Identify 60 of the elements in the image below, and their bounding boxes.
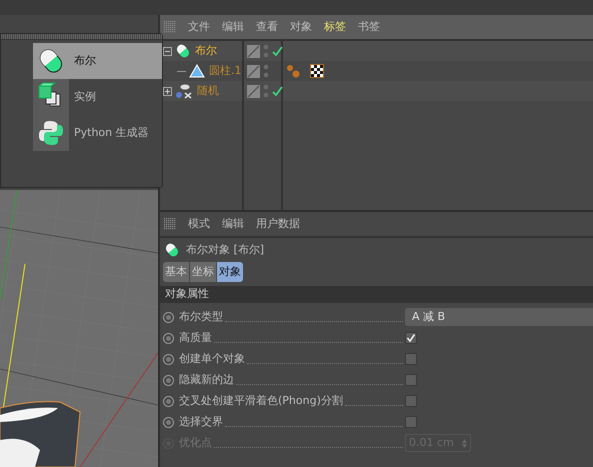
collapse-icon[interactable] [163, 46, 172, 56]
animation-radio[interactable] [163, 332, 174, 344]
visibility-dots-icon[interactable] [263, 44, 269, 58]
checkbox[interactable] [405, 332, 417, 344]
stepper-icon[interactable] [462, 438, 467, 448]
menu-item[interactable]: 标签 [324, 18, 346, 36]
check-icon[interactable] [272, 86, 283, 96]
menu-item[interactable]: 用户数据 [256, 216, 300, 232]
grip-icon[interactable] [164, 21, 176, 33]
checkbox[interactable] [405, 416, 417, 428]
property-label: 创建单个对象 [179, 350, 245, 367]
tab[interactable]: 坐标 [190, 262, 216, 282]
viewport-drawing[interactable] [0, 190, 158, 467]
capsule-icon [175, 43, 191, 59]
property-label: 高质量 [179, 330, 212, 346]
check-icon[interactable] [272, 46, 283, 56]
menu-item[interactable]: 模式 [188, 216, 210, 232]
tab[interactable]: 对象 [217, 262, 243, 282]
visibility-dots-icon[interactable] [263, 64, 269, 78]
property-label: 选择交界 [179, 414, 223, 430]
object-name[interactable]: 随机 [197, 82, 219, 100]
grip-icon[interactable] [164, 218, 176, 230]
spheres-tag-icon[interactable] [286, 64, 300, 78]
property-label: 隐藏新的边 [179, 372, 234, 388]
menu-item[interactable]: 编辑 [222, 18, 244, 36]
visibility-toggle-icon[interactable] [247, 64, 260, 78]
menu-item[interactable]: 查看 [256, 18, 278, 36]
property-label: 交叉处创建平滑着色(Phong)分割 [179, 392, 343, 409]
triangle-icon [189, 64, 205, 78]
checkbox[interactable] [405, 353, 417, 365]
checker-tag-icon[interactable] [310, 64, 324, 78]
dropdown[interactable]: A 减 B [405, 308, 593, 326]
visibility-toggle-icon[interactable] [247, 84, 260, 98]
random-effector-icon [175, 83, 193, 99]
menu-item[interactable]: 文件 [188, 18, 210, 36]
python-icon [37, 119, 65, 147]
expand-icon[interactable] [163, 86, 172, 96]
section-title: 对象属性 [165, 286, 209, 302]
object-row[interactable]: 布尔 [160, 41, 593, 61]
menu-item[interactable]: 实例 [33, 79, 162, 115]
object-row[interactable]: 随机 [160, 81, 593, 101]
object-name[interactable]: 圆柱.1 [209, 62, 242, 80]
menu-item[interactable]: 布尔 [33, 43, 162, 79]
tab[interactable]: 基本 [163, 262, 189, 282]
menu-item[interactable]: 书签 [358, 18, 380, 36]
menu-item[interactable]: 对象 [290, 18, 312, 36]
animation-radio[interactable] [163, 374, 174, 386]
object-title: 布尔对象 [布尔] [186, 242, 264, 258]
animation-radio[interactable] [163, 312, 174, 322]
checkbox[interactable] [405, 374, 417, 386]
object-name[interactable]: 布尔 [195, 42, 217, 60]
animation-radio[interactable] [163, 354, 174, 364]
animation-radio[interactable] [163, 416, 174, 428]
property-label: 布尔类型 [179, 308, 223, 325]
checkbox[interactable] [405, 395, 417, 407]
menu-item[interactable]: 编辑 [222, 216, 244, 232]
visibility-toggle-icon[interactable] [247, 44, 260, 58]
visibility-dots-icon[interactable] [263, 84, 269, 98]
animation-radio[interactable] [163, 396, 174, 406]
menu-item[interactable]: Python 生成器 [33, 115, 162, 151]
